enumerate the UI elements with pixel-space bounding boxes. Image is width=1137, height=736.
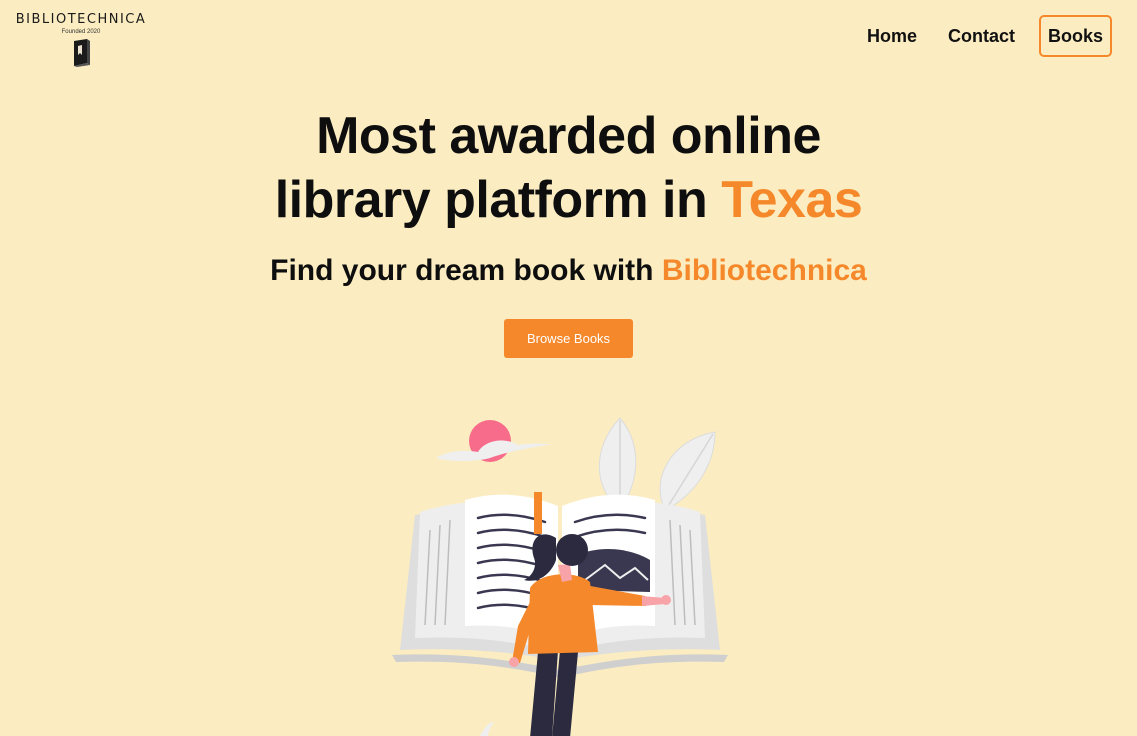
hero-title: Most awarded online library platform in … bbox=[0, 104, 1137, 232]
leaf-decoration-bottom bbox=[480, 722, 494, 736]
hero-title-line1: Most awarded online bbox=[316, 107, 821, 165]
nav-contact-link[interactable]: Contact bbox=[948, 26, 1015, 46]
nav-books-link[interactable]: Books bbox=[1038, 15, 1112, 57]
hero-subtitle-text: Find your dream book with bbox=[270, 254, 662, 287]
brand-tagline: Founded 2020 bbox=[61, 29, 101, 35]
main-nav: Home Contact Books bbox=[836, 15, 1112, 57]
hero-subtitle: Find your dream book with Bibliotechnica bbox=[0, 253, 1137, 289]
nav-home-link[interactable]: Home bbox=[867, 26, 917, 46]
hero-section: Most awarded online library platform in … bbox=[0, 104, 1137, 358]
brand-logo[interactable]: BIBLIOTECHNICA Founded 2020 bbox=[10, 12, 152, 67]
book-icon bbox=[74, 39, 90, 67]
browse-books-button[interactable]: Browse Books bbox=[503, 319, 634, 358]
reading-illustration bbox=[392, 417, 728, 736]
hero-subtitle-accent: Bibliotechnica bbox=[661, 254, 867, 287]
hero-title-accent: Texas bbox=[721, 171, 863, 229]
hero-title-line2: library platform in bbox=[274, 171, 722, 229]
brand-name: BIBLIOTECHNICA bbox=[15, 12, 147, 27]
